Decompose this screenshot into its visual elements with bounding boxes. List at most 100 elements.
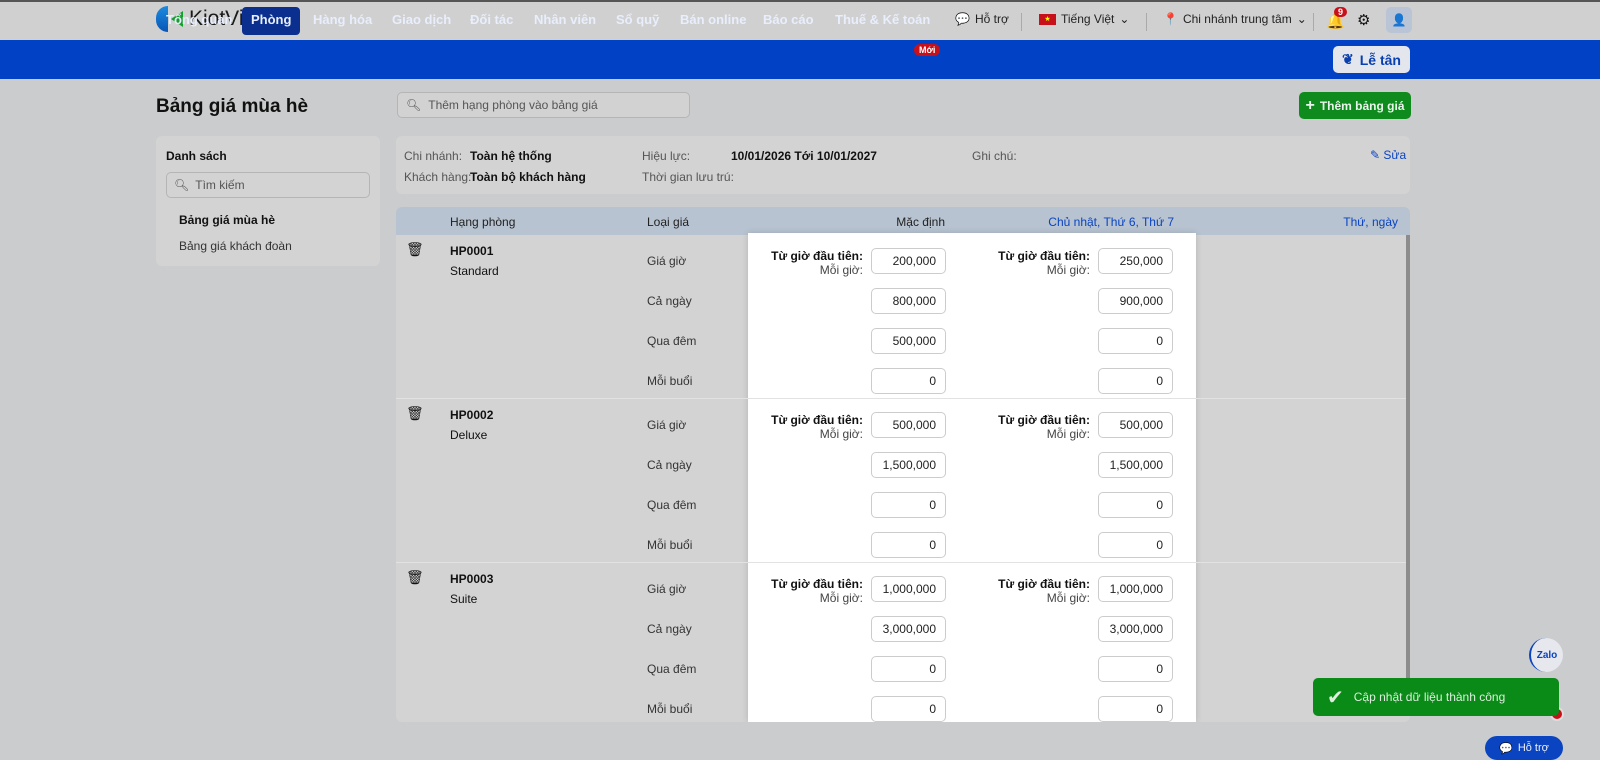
header-price-type: Loại giá bbox=[647, 215, 690, 229]
add-price-list-label: Thêm bảng giá bbox=[1319, 98, 1405, 113]
zalo-label: Zalo bbox=[1536, 649, 1558, 661]
branch-select[interactable]: 📍 Chi nhánh trung tâm ⌄ bbox=[1163, 12, 1307, 26]
price-type-label: Mỗi buổi bbox=[647, 538, 693, 552]
header-weekday[interactable]: Thứ, ngày bbox=[1343, 215, 1398, 229]
per-hour-label: Mỗi giờ: bbox=[819, 263, 863, 277]
price-input-default[interactable]: 0 bbox=[871, 368, 946, 394]
validity-label: Hiệu lực: bbox=[642, 149, 691, 163]
price-input-default[interactable]: 1,500,000 bbox=[871, 452, 946, 478]
checkmark-icon: ✔ bbox=[1327, 686, 1344, 709]
price-input-default[interactable]: 0 bbox=[871, 656, 946, 682]
notification-count: 9 bbox=[1334, 7, 1348, 17]
row-divider bbox=[396, 562, 1406, 563]
trash-icon[interactable]: 🗑 bbox=[406, 569, 424, 586]
edit-button[interactable]: ✎ Sửa bbox=[1370, 148, 1406, 162]
support-chat-label: Hỗ trợ bbox=[1517, 742, 1549, 754]
room-name: Standard bbox=[450, 264, 499, 278]
support-link[interactable]: 💬 Hỗ trợ bbox=[955, 12, 1009, 26]
price-input-weekend[interactable]: 900,000 bbox=[1098, 288, 1173, 314]
room-code: HP0002 bbox=[450, 408, 494, 422]
plus-icon: + bbox=[1305, 96, 1315, 114]
sidebar-search-input[interactable]: 🔍︎ Tìm kiếm bbox=[166, 172, 370, 198]
avatar[interactable]: 👤 bbox=[1386, 7, 1412, 33]
nav-item-7[interactable]: Bán online bbox=[671, 7, 755, 35]
stay-time-label: Thời gian lưu trú: bbox=[642, 170, 734, 184]
nav-item-6[interactable]: Sổ quỹ bbox=[607, 7, 668, 35]
add-price-list-button[interactable]: + Thêm bảng giá bbox=[1299, 92, 1411, 119]
language-select[interactable]: ★ Tiếng Việt ⌄ bbox=[1039, 12, 1129, 26]
first-hour-label: Từ giờ đầu tiên: bbox=[998, 413, 1090, 427]
table-scrollbar[interactable] bbox=[1406, 235, 1410, 695]
header-weekend[interactable]: Chủ nhật, Thứ 6, Thứ 7 bbox=[1048, 215, 1174, 229]
first-hour-label: Từ giờ đầu tiên: bbox=[998, 249, 1090, 263]
price-input-weekend[interactable]: 0 bbox=[1098, 696, 1173, 722]
sidebar-heading: Danh sách bbox=[166, 149, 227, 163]
nav-item-2[interactable]: Hàng hóa bbox=[304, 7, 381, 35]
per-hour-label: Mỗi giờ: bbox=[1046, 263, 1090, 277]
add-room-class-search[interactable]: 🔍︎ Thêm hạng phòng vào bảng giá bbox=[397, 92, 690, 118]
vietnam-flag-icon: ★ bbox=[1039, 13, 1056, 25]
nav-item-9[interactable]: Thuế & Kế toán bbox=[826, 7, 939, 35]
price-input-default[interactable]: 0 bbox=[871, 532, 946, 558]
branch-label: Chi nhánh: bbox=[404, 149, 463, 163]
price-input-weekend[interactable]: 0 bbox=[1098, 328, 1173, 354]
page-title: Bảng giá mùa hè bbox=[156, 96, 309, 117]
price-input-default[interactable]: 200,000 bbox=[871, 248, 946, 274]
price-input-default[interactable]: 0 bbox=[871, 492, 946, 518]
support-chat-button[interactable]: 💬 Hỗ trợ bbox=[1485, 736, 1563, 760]
price-input-default[interactable]: 0 bbox=[871, 696, 946, 722]
room-code: HP0003 bbox=[450, 572, 494, 586]
reception-button[interactable]: ❦ Lễ tân bbox=[1333, 46, 1410, 73]
price-input-weekend[interactable]: 0 bbox=[1098, 532, 1173, 558]
reception-label: Lễ tân bbox=[1359, 51, 1401, 68]
gear-icon[interactable]: ⚙ bbox=[1357, 11, 1370, 29]
nav-item-5[interactable]: Nhân viên bbox=[525, 7, 605, 35]
search-icon: 🔍︎ bbox=[174, 178, 190, 192]
row-divider bbox=[396, 398, 1406, 399]
branch-label: Chi nhánh trung tâm bbox=[1182, 12, 1292, 26]
price-type-label: Giá giờ bbox=[647, 418, 687, 432]
price-input-default[interactable]: 3,000,000 bbox=[871, 616, 946, 642]
price-table: Hạng phòng Loại giá Mặc định Chủ nhật, T… bbox=[396, 207, 1410, 722]
price-type-label: Giá giờ bbox=[647, 254, 687, 268]
nav-item-0[interactable]: Tổng quan bbox=[157, 7, 241, 35]
price-input-default[interactable]: 500,000 bbox=[871, 328, 946, 354]
price-type-label: Mỗi buổi bbox=[647, 702, 693, 716]
zalo-button[interactable]: Zalo bbox=[1529, 638, 1563, 672]
branch-value: Toàn hệ thống bbox=[470, 149, 552, 163]
note-label: Ghi chú: bbox=[972, 149, 1017, 163]
location-pin-icon: 📍 bbox=[1163, 12, 1178, 26]
price-input-weekend[interactable]: 0 bbox=[1098, 368, 1173, 394]
nav-item-1[interactable]: Phòng bbox=[242, 7, 301, 35]
price-list-info: Chi nhánh: Toàn hệ thống Khách hàng: Toà… bbox=[396, 136, 1410, 194]
divider bbox=[1313, 13, 1314, 31]
price-input-weekend[interactable]: 500,000 bbox=[1098, 412, 1173, 438]
price-input-weekend[interactable]: 0 bbox=[1098, 492, 1173, 518]
price-input-default[interactable]: 1,000,000 bbox=[871, 576, 946, 602]
chevron-down-icon: ⌄ bbox=[1119, 12, 1130, 26]
pencil-icon: ✎ bbox=[1370, 148, 1381, 162]
notification-bell-icon[interactable]: 🔔 9 bbox=[1326, 7, 1348, 30]
trash-icon[interactable]: 🗑 bbox=[406, 405, 424, 422]
price-input-weekend[interactable]: 3,000,000 bbox=[1098, 616, 1173, 642]
trash-icon[interactable]: 🗑 bbox=[406, 241, 424, 258]
nav-item-4[interactable]: Đối tác bbox=[461, 7, 522, 35]
per-hour-label: Mỗi giờ: bbox=[1046, 591, 1090, 605]
divider bbox=[1021, 13, 1022, 31]
price-input-weekend[interactable]: 250,000 bbox=[1098, 248, 1173, 274]
support-label: Hỗ trợ bbox=[974, 12, 1009, 26]
sidebar-item-summer[interactable]: Bảng giá mùa hè bbox=[179, 213, 275, 227]
price-input-weekend[interactable]: 1,500,000 bbox=[1098, 452, 1173, 478]
nav-item-3[interactable]: Giao dịch bbox=[383, 7, 460, 35]
price-input-weekend[interactable]: 0 bbox=[1098, 656, 1173, 682]
room-name: Deluxe bbox=[450, 428, 488, 442]
success-toast: ✔ Cập nhật dữ liệu thành công bbox=[1313, 678, 1559, 716]
chevron-down-icon: ⌄ bbox=[1296, 12, 1307, 26]
sidebar-item-group[interactable]: Bảng giá khách đoàn bbox=[179, 239, 292, 253]
toast-message: Cập nhật dữ liệu thành công bbox=[1353, 690, 1506, 704]
price-input-weekend[interactable]: 1,000,000 bbox=[1098, 576, 1173, 602]
header-default[interactable]: Mặc định bbox=[896, 215, 945, 229]
price-input-default[interactable]: 800,000 bbox=[871, 288, 946, 314]
price-input-default[interactable]: 500,000 bbox=[871, 412, 946, 438]
nav-item-8[interactable]: Báo cáo bbox=[754, 7, 823, 35]
